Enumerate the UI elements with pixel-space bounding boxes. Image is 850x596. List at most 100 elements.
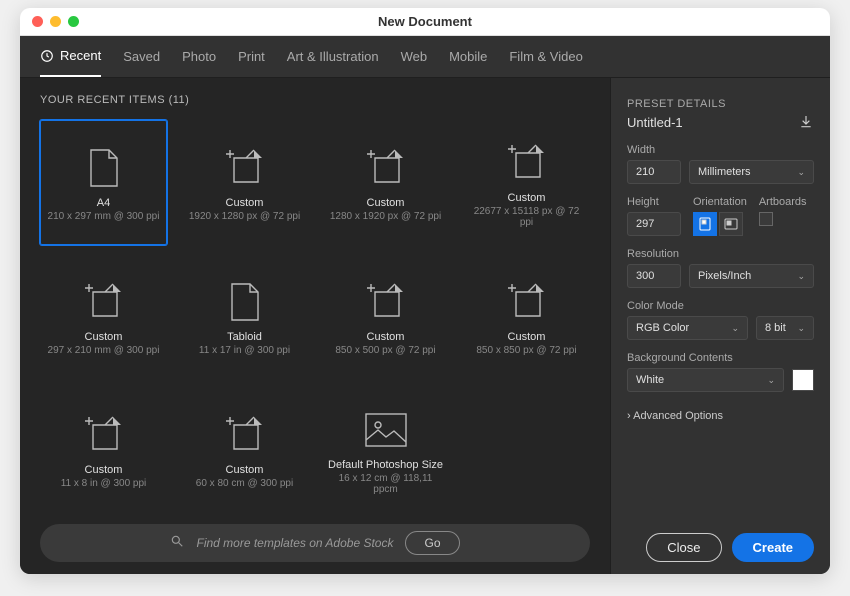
preset-name: Custom [508, 192, 546, 204]
chevron-down-icon: ⌄ [797, 271, 805, 282]
tab-art-illustration[interactable]: Art & Illustration [287, 36, 379, 77]
preset-thumb-icon [81, 145, 127, 191]
resolution-units-select[interactable]: Pixels/Inch⌄ [689, 264, 814, 288]
background-select[interactable]: White⌄ [627, 368, 784, 392]
resolution-label: Resolution [627, 248, 814, 260]
artboards-checkbox[interactable] [759, 212, 773, 226]
preset-grid: A4210 x 297 mm @ 300 ppiCustom1920 x 128… [40, 120, 590, 512]
preset-details-panel: PRESET DETAILS Untitled-1 Width Millimet… [610, 78, 830, 574]
chevron-down-icon: ⌄ [767, 375, 775, 386]
background-label: Background Contents [627, 352, 814, 364]
preset-card[interactable]: Default Photoshop Size 16 x 12 cm @ 118,1… [322, 387, 449, 512]
tab-photo[interactable]: Photo [182, 36, 216, 77]
preset-name: Custom [508, 331, 546, 343]
preset-details-heading: PRESET DETAILS [627, 98, 814, 110]
stock-search-bar: Find more templates on Adobe Stock Go [40, 524, 590, 562]
preset-card[interactable]: Custom 60 x 80 cm @ 300 ppi [181, 387, 308, 512]
tab-label: Art & Illustration [287, 49, 379, 64]
clock-icon [40, 49, 54, 63]
tab-label: Print [238, 49, 265, 64]
preset-dimensions: 60 x 80 cm @ 300 ppi [196, 478, 293, 489]
preset-thumb-icon [222, 279, 268, 325]
close-button[interactable]: Close [646, 533, 721, 562]
preset-card[interactable]: Custom850 x 500 px @ 72 ppi [322, 259, 449, 373]
tab-web[interactable]: Web [401, 36, 428, 77]
bit-depth-select[interactable]: 8 bit⌄ [756, 316, 814, 340]
preset-card[interactable]: Custom 297 x 210 mm @ 300 ppi [40, 259, 167, 373]
preset-card[interactable]: A4 210 x 297 mm @ 300 ppi [40, 120, 167, 245]
document-name-field[interactable]: Untitled-1 [627, 115, 683, 130]
chevron-down-icon: ⌄ [797, 167, 805, 178]
orientation-label: Orientation [693, 196, 747, 208]
preset-card[interactable]: Tabloid 11 x 17 in @ 300 ppi [181, 259, 308, 373]
chevron-down-icon: ⌄ [731, 323, 739, 334]
preset-dimensions: 1920 x 1280 px @ 72 ppi [189, 211, 300, 222]
titlebar: New Document [20, 8, 830, 36]
preset-thumb-icon [222, 412, 268, 458]
preset-panel: YOUR RECENT ITEMS (11) A4 210 x 297 mm @ … [20, 78, 610, 574]
dialog-body: Recent Saved Photo Print Art & Illustration W… [20, 36, 830, 574]
new-document-dialog: New Document Recent Saved Photo Print Art & … [20, 8, 830, 574]
save-preset-icon[interactable] [798, 114, 814, 130]
preset-thumb-icon [363, 279, 409, 325]
category-tabs: Recent Saved Photo Print Art & Illustration W… [20, 36, 830, 78]
preset-thumb-icon [222, 145, 268, 191]
preset-name: Custom [226, 464, 264, 476]
advanced-options-toggle[interactable]: › Advanced Options [627, 410, 814, 422]
background-swatch[interactable] [792, 369, 814, 391]
color-mode-select[interactable]: RGB Color⌄ [627, 316, 748, 340]
go-button[interactable]: Go [405, 531, 459, 555]
tab-label: Recent [60, 48, 101, 63]
preset-dimensions: 11 x 17 in @ 300 ppi [199, 345, 290, 356]
preset-thumb-icon [504, 140, 550, 186]
preset-name: Tabloid [227, 331, 262, 343]
units-select[interactable]: Millimeters⌄ [689, 160, 814, 184]
height-input[interactable] [627, 212, 681, 236]
width-label: Width [627, 144, 814, 156]
create-button[interactable]: Create [732, 533, 814, 562]
tab-label: Photo [182, 49, 216, 64]
width-input[interactable] [627, 160, 681, 184]
preset-name: Custom [85, 331, 123, 343]
tab-print[interactable]: Print [238, 36, 265, 77]
chevron-down-icon: ⌄ [797, 323, 805, 334]
window-title: New Document [20, 14, 830, 29]
preset-dimensions: 16 x 12 cm @ 118,11 ppcm [327, 473, 444, 495]
tab-saved[interactable]: Saved [123, 36, 160, 77]
tab-label: Mobile [449, 49, 487, 64]
preset-thumb-icon [81, 412, 127, 458]
chevron-right-icon: › [627, 410, 631, 422]
color-mode-label: Color Mode [627, 300, 814, 312]
preset-card[interactable]: Custom1920 x 1280 px @ 72 ppi [181, 120, 308, 245]
preset-card[interactable]: Custom 22677 x 15118 px @ 72 ppi [463, 120, 590, 245]
tab-recent[interactable]: Recent [40, 36, 101, 77]
preset-dimensions: 850 x 500 px @ 72 ppi [335, 345, 435, 356]
height-label: Height [627, 196, 681, 208]
preset-thumb-icon [363, 145, 409, 191]
preset-name: A4 [97, 197, 110, 209]
tab-film-video[interactable]: Film & Video [509, 36, 582, 77]
artboards-label: Artboards [759, 196, 807, 208]
preset-dimensions: 22677 x 15118 px @ 72 ppi [468, 206, 585, 228]
preset-card[interactable]: Custom 11 x 8 in @ 300 ppi [40, 387, 167, 512]
search-icon [170, 534, 184, 553]
preset-dimensions: 210 x 297 mm @ 300 ppi [48, 211, 160, 222]
preset-thumb-icon [504, 279, 550, 325]
preset-name: Default Photoshop Size [328, 459, 443, 471]
orientation-portrait-button[interactable] [693, 212, 717, 236]
orientation-landscape-button[interactable] [719, 212, 743, 236]
tab-label: Web [401, 49, 428, 64]
preset-name: Custom [85, 464, 123, 476]
preset-dimensions: 1280 x 1920 px @ 72 ppi [330, 211, 441, 222]
preset-card[interactable]: Custom1280 x 1920 px @ 72 ppi [322, 120, 449, 245]
recent-items-label: YOUR RECENT ITEMS (11) [40, 94, 590, 106]
resolution-input[interactable] [627, 264, 681, 288]
preset-thumb-icon [81, 279, 127, 325]
preset-thumb-icon [363, 407, 409, 453]
preset-dimensions: 850 x 850 px @ 72 ppi [476, 345, 576, 356]
stock-search-placeholder[interactable]: Find more templates on Adobe Stock [196, 536, 393, 550]
preset-card[interactable]: Custom 850 x 850 px @ 72 ppi [463, 259, 590, 373]
tab-mobile[interactable]: Mobile [449, 36, 487, 77]
preset-dimensions: 11 x 8 in @ 300 ppi [61, 478, 147, 489]
preset-dimensions: 297 x 210 mm @ 300 ppi [48, 345, 160, 356]
